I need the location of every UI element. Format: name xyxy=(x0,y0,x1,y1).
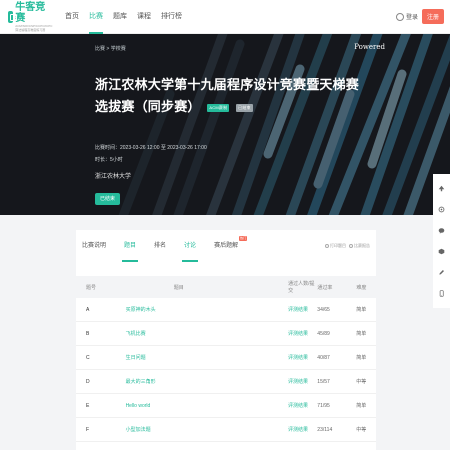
phone-icon[interactable] xyxy=(438,290,445,297)
feedback-icon[interactable] xyxy=(438,248,445,255)
logo-icon xyxy=(8,10,18,23)
print-icon xyxy=(325,244,329,248)
tab-problems[interactable]: 题目 xyxy=(122,230,139,262)
header-id: 题号 xyxy=(86,284,97,291)
nav-link-problems[interactable]: 题库 xyxy=(108,0,132,34)
top-navbar: 牛客竞赛 ACM/NOI/CSP/CCPC/ICPC算法编程高难度练习赛 首页 … xyxy=(0,0,450,34)
problem-title[interactable]: 最大的三角形 xyxy=(106,378,288,385)
problem-title[interactable]: 买原神的木头 xyxy=(106,306,288,313)
difficulty: 简单 xyxy=(356,403,367,409)
app-icon[interactable] xyxy=(438,206,445,213)
header-judge: 通过人数/提交 xyxy=(288,281,315,294)
tab-editorial[interactable]: 赛后题解 热门 xyxy=(214,230,248,262)
problem-id: B xyxy=(86,330,90,337)
judge-result-link[interactable]: 评测结果 xyxy=(288,306,317,313)
print-problems-link[interactable]: 打印题目 xyxy=(325,243,346,249)
difficulty: 简单 xyxy=(356,331,367,337)
pass-rate: 15/57 xyxy=(317,378,330,385)
problem-title[interactable]: Hello world xyxy=(106,403,288,409)
top-icon[interactable] xyxy=(438,185,445,192)
tab-actions: 打印题目 比赛报告 xyxy=(322,243,370,249)
nav-link-ranking[interactable]: 排行榜 xyxy=(156,0,187,34)
pass-rate: 71/95 xyxy=(317,402,330,409)
difficulty: 中等 xyxy=(356,379,367,385)
difficulty: 简单 xyxy=(356,355,367,361)
contest-tabs: 比赛说明 题目 排名 讨论 赛后题解 热门 打印题目 比赛报告 xyxy=(76,230,376,262)
signup-button[interactable]: 注册 xyxy=(421,9,444,24)
wechat-icon[interactable] xyxy=(438,227,445,234)
status-badge: 已结束 xyxy=(236,103,253,112)
problem-id: A xyxy=(86,306,90,313)
rule-badge: ACM赛制 xyxy=(207,103,230,112)
logo-text: 牛客竞赛 xyxy=(15,1,46,24)
nav-right: 登录 注册 xyxy=(395,9,444,24)
problem-id: C xyxy=(86,354,90,361)
nav-link-home[interactable]: 首页 xyxy=(60,0,84,34)
header-rate: 通过率 xyxy=(317,284,333,291)
pass-rate: 40/87 xyxy=(317,354,330,361)
nav-links: 首页 比赛 题库 课程 排行榜 xyxy=(60,0,187,34)
contest-time: 比赛时间：2023-03-26 12:00 至 2023-03-26 17:00 xyxy=(95,145,207,151)
judge-result-link[interactable]: 评测结果 xyxy=(288,426,317,433)
problem-table: 题号 题目 通过人数/提交 通过率 难度 A 买原神的木头 评测结果 34/65… xyxy=(76,276,376,442)
tab-discussion[interactable]: 讨论 xyxy=(182,230,199,262)
table-row[interactable]: F 小型加法题 评测结果 23/114 中等 xyxy=(76,418,376,442)
breadcrumb[interactable]: 比赛 > 学校赛 xyxy=(95,45,126,52)
table-header: 题号 题目 通过人数/提交 通过率 难度 xyxy=(76,276,376,298)
report-icon xyxy=(349,244,353,248)
judge-result-link[interactable]: 评测结果 xyxy=(288,402,317,409)
nav-link-courses[interactable]: 课程 xyxy=(132,0,156,34)
contest-banner: 比赛 > 学校赛 Powered 浙江农林大学第十九届程序设计竞赛暨天梯赛选拔赛… xyxy=(0,34,450,215)
hot-badge: 热门 xyxy=(239,236,248,241)
problem-title[interactable]: 飞机比赛 xyxy=(106,330,288,337)
tab-ranking[interactable]: 排名 xyxy=(154,230,166,262)
difficulty: 中等 xyxy=(356,427,367,433)
header-difficulty: 难度 xyxy=(356,284,367,291)
edit-icon[interactable] xyxy=(438,269,445,276)
problem-title[interactable]: 生日问题 xyxy=(106,354,288,361)
nav-link-contests[interactable]: 比赛 xyxy=(84,0,108,34)
pass-rate: 23/114 xyxy=(317,426,333,433)
problem-id: F xyxy=(86,426,90,433)
table-row[interactable]: A 买原神的木头 评测结果 34/65 简单 xyxy=(76,298,376,322)
floating-sidebar xyxy=(433,174,450,308)
login-link[interactable]: 登录 xyxy=(406,12,418,21)
difficulty: 简单 xyxy=(356,307,367,313)
problem-panel: 比赛说明 题目 排名 讨论 赛后题解 热门 打印题目 比赛报告 题号 题目 通过… xyxy=(76,230,376,450)
tab-description[interactable]: 比赛说明 xyxy=(82,230,106,262)
problem-title[interactable]: 小型加法题 xyxy=(106,426,288,433)
table-row[interactable]: D 最大的三角形 评测结果 15/57 中等 xyxy=(76,370,376,394)
pass-rate: 45/89 xyxy=(317,330,330,337)
problem-id: E xyxy=(86,402,90,409)
table-row[interactable]: E Hello world 评测结果 71/95 简单 xyxy=(76,394,376,418)
judge-result-link[interactable]: 评测结果 xyxy=(288,378,317,385)
contest-title: 浙江农林大学第十九届程序设计竞赛暨天梯赛选拔赛（同步赛） ACM赛制 已结束 xyxy=(95,74,365,118)
tab-editorial-label: 赛后题解 xyxy=(214,243,239,249)
powered-label: Powered xyxy=(354,43,385,51)
problem-id: D xyxy=(86,378,90,385)
logo-subtitle: ACM/NOI/CSP/CCPC/ICPC算法编程高难度练习赛 xyxy=(15,23,53,32)
site-logo[interactable]: 牛客竞赛 ACM/NOI/CSP/CCPC/ICPC算法编程高难度练习赛 xyxy=(8,2,54,32)
judge-result-link[interactable]: 评测结果 xyxy=(288,330,317,337)
enroll-button[interactable]: 已结束 xyxy=(95,193,121,205)
user-icon xyxy=(395,12,404,21)
pass-rate: 34/65 xyxy=(317,306,330,313)
header-title: 题目 xyxy=(173,284,184,291)
table-row[interactable]: C 生日问题 评测结果 40/87 简单 xyxy=(76,346,376,370)
contest-organizer[interactable]: 浙江农林大学 xyxy=(95,171,131,180)
judge-result-link[interactable]: 评测结果 xyxy=(288,354,317,361)
contest-duration: 时长：5小时 xyxy=(95,157,123,163)
contest-report-link[interactable]: 比赛报告 xyxy=(349,243,370,249)
table-row[interactable]: B 飞机比赛 评测结果 45/89 简单 xyxy=(76,322,376,346)
